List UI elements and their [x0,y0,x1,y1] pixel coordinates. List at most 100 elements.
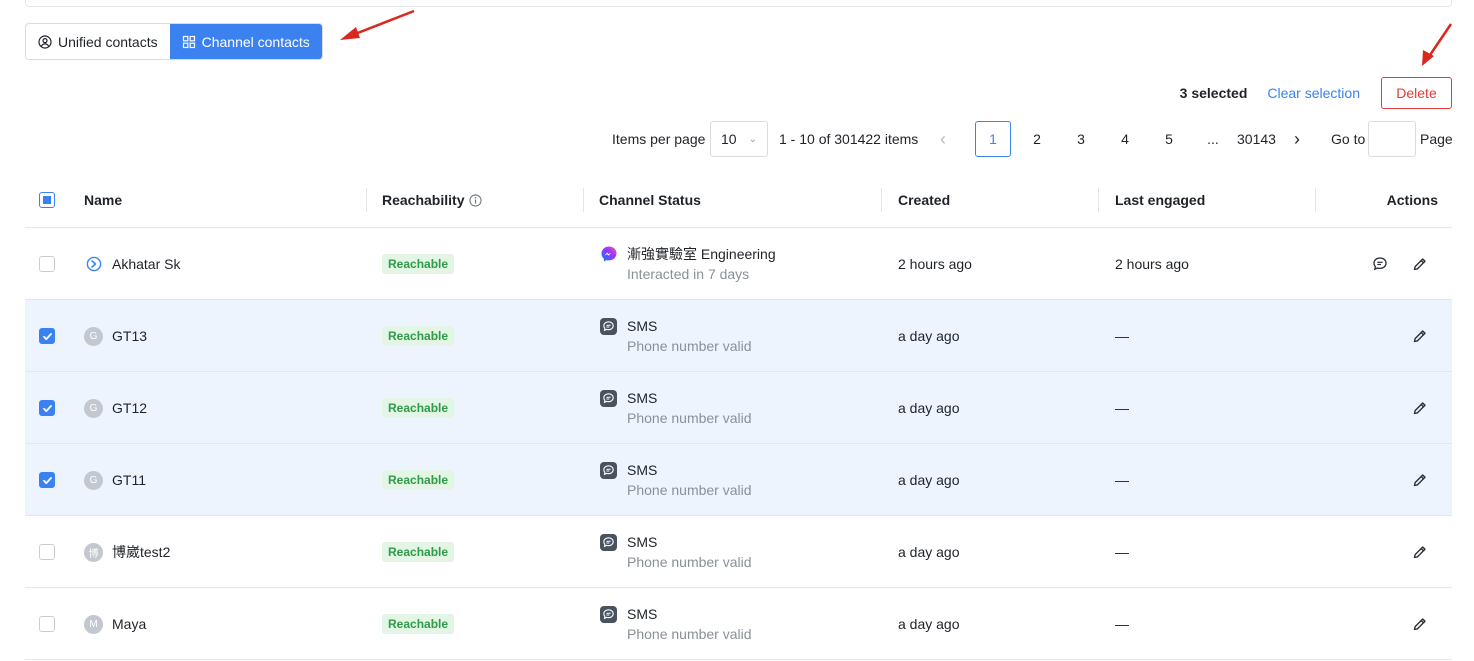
contact-type-switch: Unified contacts Channel contacts [25,23,323,60]
col-created[interactable]: Created [898,172,950,228]
contact-name[interactable]: GT13 [112,328,147,344]
page-3[interactable]: 3 [1063,121,1099,157]
channel-status-text: Interacted in 7 days [627,266,750,282]
table-row[interactable]: G GT12 Reachable SMS Phone number valid … [25,372,1452,444]
row-checkbox[interactable] [39,544,55,560]
channel-status-text: Phone number valid [627,626,752,642]
edit-pencil-icon[interactable] [1412,544,1428,560]
user-circle-icon [38,34,52,49]
table-body: Akhatar Sk Reachable 漸強實驗室 Engineering I… [25,228,1452,660]
page-ellipsis[interactable]: ... [1195,121,1231,157]
avatar: G [84,326,103,346]
last-engaged-time: — [1115,400,1129,416]
last-engaged-time: — [1115,472,1129,488]
table-header: Name Reachability Channel Status Created… [25,172,1452,228]
reachability-badge: Reachable [382,398,455,418]
channel-name: SMS [627,462,658,478]
annotation-arrow-delete [1422,23,1453,66]
page-last[interactable]: 30143 [1237,121,1276,157]
page-4[interactable]: 4 [1107,121,1143,157]
delete-button[interactable]: Delete [1381,77,1452,109]
items-range-text: 1 - 10 of 301422 items [779,131,919,147]
tab-channel-contacts[interactable]: Channel contacts [169,24,322,59]
reachability-badge: Reachable [382,254,455,274]
page-label: Page [1420,131,1453,147]
channel-status-text: Phone number valid [627,482,752,498]
edit-pencil-icon[interactable] [1412,256,1428,272]
channel-status-text: Phone number valid [627,554,752,570]
sms-icon [599,389,618,408]
avatar: G [84,470,103,490]
col-last-engaged[interactable]: Last engaged [1115,172,1205,228]
last-engaged-time: 2 hours ago [1115,256,1189,272]
last-engaged-time: — [1115,328,1129,344]
tab-unified-contacts-label: Unified contacts [58,33,158,50]
pagination: Items per page 10 ⌄ 1 - 10 of 301422 ite… [0,121,1474,157]
items-per-page-label: Items per page [612,131,706,147]
created-time: 2 hours ago [898,256,972,272]
contact-name[interactable]: Akhatar Sk [112,256,180,272]
col-name[interactable]: Name [84,172,122,228]
info-icon[interactable] [469,193,483,207]
created-time: a day ago [898,400,960,416]
col-reachability[interactable]: Reachability [382,172,483,228]
chevron-down-icon: ⌄ [748,133,757,145]
edit-pencil-icon[interactable] [1412,472,1428,488]
col-actions: Actions [1386,192,1438,208]
reachability-badge: Reachable [382,326,455,346]
next-page-icon[interactable]: › [1294,121,1300,157]
goto-page-input[interactable] [1368,121,1416,157]
goto-label: Go to [1331,131,1366,147]
chat-icon[interactable] [1372,256,1388,272]
items-per-page-select[interactable]: 10 ⌄ [710,121,768,157]
table-row[interactable]: Akhatar Sk Reachable 漸強實驗室 Engineering I… [25,228,1452,300]
grid-icon [182,35,195,48]
channel-name: 漸強實驗室 Engineering [627,246,776,262]
edit-pencil-icon[interactable] [1412,616,1428,632]
row-checkbox[interactable] [39,328,55,344]
contact-name[interactable]: GT12 [112,400,147,416]
channel-name: SMS [627,318,658,334]
edit-pencil-icon[interactable] [1412,400,1428,416]
sms-icon [599,461,618,480]
channel-status-text: Phone number valid [627,338,752,354]
row-checkbox[interactable] [39,472,55,488]
edit-pencil-icon[interactable] [1412,328,1428,344]
selected-count: 3 selected [1179,85,1248,101]
page-2[interactable]: 2 [1019,121,1055,157]
channel-name: SMS [627,534,658,550]
page-1[interactable]: 1 [975,121,1011,157]
channel-name: SMS [627,390,658,406]
messenger-icon [599,245,618,264]
table-row[interactable]: G GT11 Reachable SMS Phone number valid … [25,444,1452,516]
page-5[interactable]: 5 [1151,121,1187,157]
row-checkbox[interactable] [39,616,55,632]
table-row[interactable]: 博 博崴test2 Reachable SMS Phone number val… [25,516,1452,588]
select-all-checkbox[interactable] [39,192,55,208]
avatar: M [84,614,103,634]
tab-channel-contacts-label: Channel contacts [201,33,310,50]
channel-name: SMS [627,606,658,622]
sms-icon [599,317,618,336]
col-reachability-label: Reachability [382,192,465,208]
created-time: a day ago [898,472,960,488]
contact-name[interactable]: GT11 [112,472,146,488]
row-checkbox[interactable] [39,400,55,416]
table-row[interactable]: G GT13 Reachable SMS Phone number valid … [25,300,1452,372]
avatar: G [84,398,103,418]
clear-selection-link[interactable]: Clear selection [1267,85,1360,101]
row-checkbox[interactable] [39,256,55,272]
channel-status-text: Phone number valid [627,410,752,426]
contact-name[interactable]: 博崴test2 [112,542,170,562]
created-time: a day ago [898,544,960,560]
contact-name[interactable]: Maya [112,616,146,632]
sms-icon [599,605,618,624]
col-channel-status[interactable]: Channel Status [599,172,701,228]
last-engaged-time: — [1115,616,1129,632]
created-time: a day ago [898,616,960,632]
table-row[interactable]: M Maya Reachable SMS Phone number valid … [25,588,1452,660]
tab-unified-contacts[interactable]: Unified contacts [26,24,170,59]
prev-page-icon[interactable]: ‹ [940,121,946,157]
contact-channel-avatar-icon [84,255,103,274]
contacts-table: Name Reachability Channel Status Created… [25,172,1452,660]
